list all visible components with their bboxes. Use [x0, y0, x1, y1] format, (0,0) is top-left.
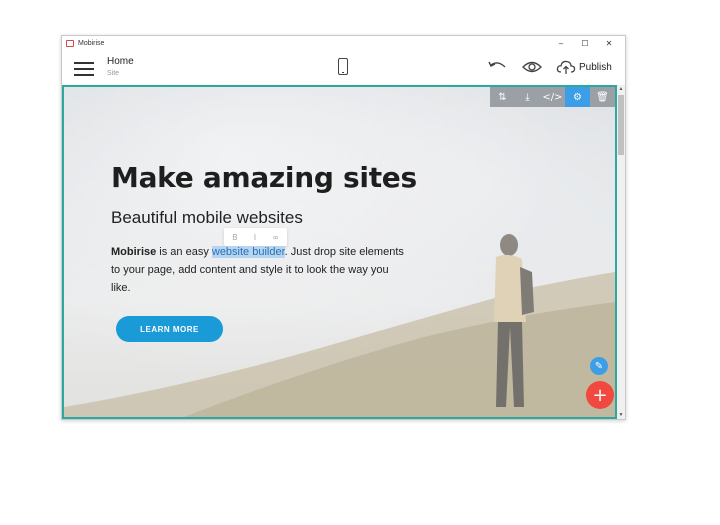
- selected-text[interactable]: website builder: [211, 246, 285, 258]
- hero-subtitle[interactable]: Beautiful mobile websites: [111, 208, 303, 228]
- page-name[interactable]: Home: [107, 56, 134, 67]
- window-controls: – ☐ ✕: [549, 36, 621, 51]
- link-icon[interactable]: ∞: [272, 233, 279, 242]
- hero-block[interactable]: ⇅ ⤓ </> ⚙ 🗑 Make amazing sites Beautiful…: [62, 85, 617, 419]
- minimize-button[interactable]: –: [549, 36, 573, 51]
- vertical-scrollbar[interactable]: ▲ ▼: [617, 85, 625, 419]
- scroll-up-arrow-icon[interactable]: ▲: [617, 85, 625, 93]
- bold-icon[interactable]: B: [232, 233, 238, 242]
- preview-eye-icon[interactable]: [522, 60, 542, 74]
- mobirise-logo-icon: [66, 40, 74, 47]
- pencil-icon[interactable]: ✎: [590, 357, 608, 375]
- scroll-down-arrow-icon[interactable]: ▼: [617, 411, 625, 419]
- trash-icon[interactable]: 🗑: [590, 87, 615, 107]
- app-window: Mobirise – ☐ ✕ Home Site Publish ⇅ ⤓ </>…: [61, 35, 626, 420]
- hero-text-pre: is an easy: [156, 246, 212, 258]
- mobile-preview-icon[interactable]: [338, 58, 348, 75]
- undo-icon[interactable]: [486, 59, 508, 75]
- cloud-upload-icon: [556, 60, 576, 74]
- gear-icon[interactable]: ⚙: [565, 87, 590, 107]
- menu-icon[interactable]: [74, 60, 94, 76]
- app-title: Mobirise: [78, 40, 105, 47]
- top-toolbar: Home Site Publish: [62, 51, 625, 86]
- scroll-thumb[interactable]: [618, 95, 624, 155]
- title-bar: Mobirise – ☐ ✕: [62, 36, 625, 51]
- publish-button[interactable]: Publish: [556, 57, 612, 77]
- hero-text-strong: Mobirise: [111, 246, 157, 258]
- download-icon[interactable]: ⤓: [515, 87, 540, 107]
- code-icon[interactable]: </>: [540, 87, 565, 107]
- block-toolbar: ⇅ ⤓ </> ⚙ 🗑: [490, 87, 615, 107]
- italic-icon[interactable]: I: [254, 233, 256, 242]
- page-subtitle: Site: [107, 70, 120, 77]
- close-button[interactable]: ✕: [597, 36, 621, 51]
- add-block-button[interactable]: +: [586, 381, 614, 409]
- learn-more-button[interactable]: LEARN MORE: [116, 316, 223, 342]
- hero-title[interactable]: Make amazing sites: [111, 161, 417, 194]
- publish-label: Publish: [579, 61, 612, 73]
- maximize-button[interactable]: ☐: [573, 36, 597, 51]
- hero-paragraph[interactable]: Mobirise is an easy website builder. Jus…: [111, 243, 411, 297]
- move-updown-icon[interactable]: ⇅: [490, 87, 515, 107]
